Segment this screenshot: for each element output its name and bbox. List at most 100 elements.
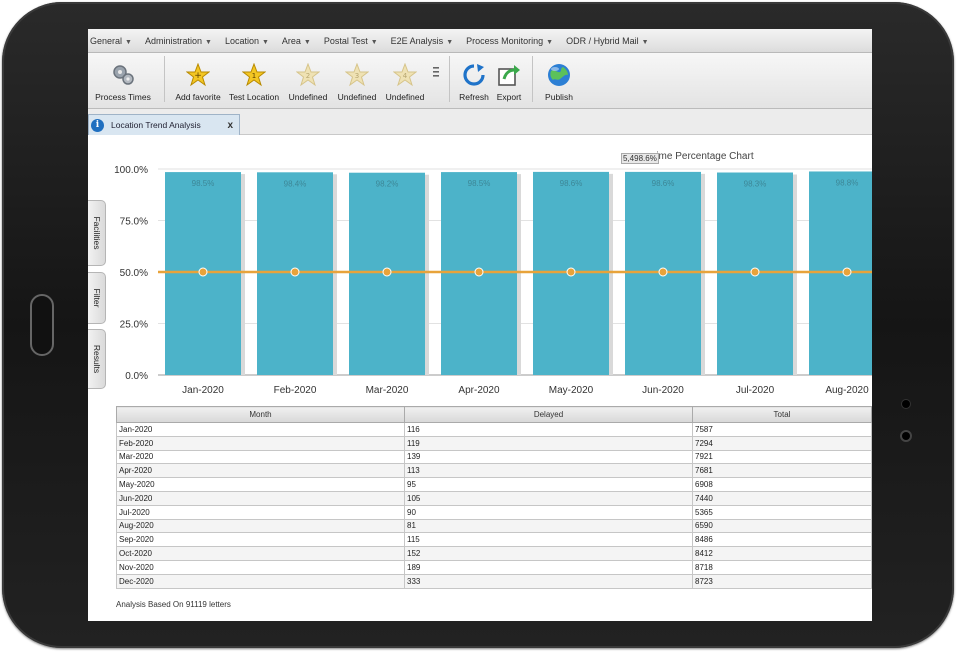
star-2-icon: 2 xyxy=(296,63,320,87)
cell-total: 8486 xyxy=(692,532,872,548)
data-table: Month Delayed Total Jan-2020 116 7587 Feb-2… xyxy=(116,406,872,589)
cell-delayed: 115 xyxy=(404,532,693,548)
x-tick-label: Feb-2020 xyxy=(274,385,317,396)
more-toolbar-handle[interactable] xyxy=(429,54,443,102)
line-point xyxy=(382,267,392,277)
menu-odr-hybrid-mail[interactable]: ODR / Hybrid Mail ▼ xyxy=(564,36,651,46)
tab-strip: i Location Trend Analysis x xyxy=(88,109,872,135)
refresh-button[interactable]: Refresh xyxy=(456,54,492,102)
cell-month: Feb-2020 xyxy=(116,435,405,451)
table-row[interactable]: Nov-2020 189 8718 xyxy=(116,559,872,575)
globe-icon xyxy=(547,63,571,87)
line-point xyxy=(750,267,760,277)
svg-text:2: 2 xyxy=(306,72,310,80)
chart-canvas: 100.0% 75.0% 50.0% 25.0% 0.0% 98.5% Jan-2020 98… xyxy=(114,165,872,396)
camera-dot xyxy=(902,400,910,408)
cell-total: 6908 xyxy=(692,477,872,492)
tablet-frame: General ▼ Administration ▼ Location ▼ Area ▼… xyxy=(0,0,960,652)
test-location-button[interactable]: 1 Test Location xyxy=(225,54,283,102)
table-row[interactable]: Aug-2020 81 6590 xyxy=(116,518,872,534)
line-point xyxy=(474,267,484,277)
menu-area[interactable]: Area ▼ xyxy=(280,36,314,46)
x-tick-label: Jan-2020 xyxy=(182,385,224,396)
home-button[interactable] xyxy=(30,294,54,356)
app-screen: General ▼ Administration ▼ Location ▼ Area ▼… xyxy=(88,29,872,621)
chevron-down-icon: ▼ xyxy=(370,38,378,46)
bar-data-label: 98.6% xyxy=(560,179,583,188)
close-icon[interactable]: x xyxy=(227,120,233,131)
table-row[interactable]: Jul-2020 90 5365 xyxy=(116,504,872,520)
bar-data-label: 98.2% xyxy=(376,180,399,189)
grip-icon xyxy=(431,60,441,84)
tab-label: Location Trend Analysis xyxy=(111,120,201,130)
chevron-down-icon: ▼ xyxy=(546,38,554,46)
svg-text:4: 4 xyxy=(403,72,408,80)
menu-general[interactable]: General ▼ xyxy=(88,36,135,46)
bar-data-label: 98.6% xyxy=(652,179,675,188)
cell-delayed: 116 xyxy=(404,422,693,437)
x-tick-label: Aug-2020 xyxy=(825,385,869,396)
cell-total: 8723 xyxy=(692,573,872,589)
export-button[interactable]: Export xyxy=(492,54,526,102)
cell-delayed: 113 xyxy=(404,463,693,479)
undefined-button-4[interactable]: 4 Undefined xyxy=(381,54,429,102)
cell-delayed: 189 xyxy=(404,559,693,575)
bar-data-label: 98.5% xyxy=(192,179,215,188)
chevron-down-icon: ▼ xyxy=(303,38,311,46)
table-row[interactable]: Feb-2020 119 7294 xyxy=(116,435,872,451)
cell-delayed: 139 xyxy=(404,449,693,465)
line-point xyxy=(290,267,300,277)
tab-location-trend-analysis[interactable]: i Location Trend Analysis x xyxy=(88,114,240,135)
column-header-total[interactable]: Total xyxy=(692,406,872,423)
star-3-icon: 3 xyxy=(345,63,369,87)
cell-total: 5365 xyxy=(692,504,872,520)
cell-total: 7587 xyxy=(692,422,872,437)
publish-button[interactable]: Publish xyxy=(539,54,579,102)
star-4-icon: 4 xyxy=(393,63,417,87)
y-tick-label: 75.0% xyxy=(120,217,148,228)
table-row[interactable]: Mar-2020 139 7921 xyxy=(116,449,872,465)
process-times-button[interactable]: Process Times xyxy=(88,54,158,102)
undefined-button-2[interactable]: 2 Undefined xyxy=(283,54,333,102)
svg-text:+: + xyxy=(194,71,202,81)
x-tick-label: Jun-2020 xyxy=(642,385,684,396)
sensor-dot xyxy=(902,432,910,440)
toolbar-divider xyxy=(449,56,450,102)
table-row[interactable]: May-2020 95 6908 xyxy=(116,477,872,492)
cell-total: 6590 xyxy=(692,518,872,534)
table-row[interactable]: Jun-2020 105 7440 xyxy=(116,490,872,506)
add-favorite-label: Add favorite xyxy=(175,92,221,102)
menu-e2e-analysis[interactable]: E2E Analysis ▼ xyxy=(389,36,456,46)
menu-location[interactable]: Location ▼ xyxy=(223,36,272,46)
chevron-down-icon: ▼ xyxy=(125,38,132,46)
cell-total: 7921 xyxy=(692,449,872,465)
export-icon xyxy=(497,63,521,87)
line-point xyxy=(566,267,576,277)
x-tick-label: Jul-2020 xyxy=(736,385,775,396)
table-row[interactable]: Apr-2020 113 7681 xyxy=(116,463,872,479)
chevron-down-icon: ▼ xyxy=(205,38,212,46)
x-tick-label: Apr-2020 xyxy=(458,385,500,396)
add-favorite-button[interactable]: + Add favorite xyxy=(171,54,225,102)
table-row[interactable]: Dec-2020 333 8723 xyxy=(116,573,872,589)
table-row[interactable]: Oct-2020 152 8412 xyxy=(116,546,872,561)
menu-process-monitoring[interactable]: Process Monitoring ▼ xyxy=(464,36,556,46)
cell-month: Aug-2020 xyxy=(116,518,405,534)
table-row[interactable]: Sep-2020 115 8486 xyxy=(116,532,872,548)
undefined-button-3[interactable]: 3 Undefined xyxy=(333,54,381,102)
menu-administration[interactable]: Administration ▼ xyxy=(143,36,215,46)
table-body: Jan-2020 116 7587 Feb-2020 119 7294 Mar-2020 13… xyxy=(116,422,872,589)
table-row[interactable]: Jan-2020 116 7587 xyxy=(116,422,872,437)
chevron-down-icon: ▼ xyxy=(641,38,649,46)
menu-postal-test[interactable]: Postal Test ▼ xyxy=(322,36,381,46)
svg-text:1: 1 xyxy=(252,72,256,80)
cell-month: Nov-2020 xyxy=(116,559,405,575)
info-icon: i xyxy=(91,118,104,132)
cell-month: Jun-2020 xyxy=(116,490,405,506)
cell-delayed: 152 xyxy=(404,546,693,561)
refresh-label: Refresh xyxy=(459,92,489,102)
column-header-delayed[interactable]: Delayed xyxy=(404,406,693,423)
analysis-footer: Analysis Based On 91119 letters xyxy=(116,600,231,609)
column-header-month[interactable]: Month xyxy=(116,406,405,423)
toolbar-divider xyxy=(532,56,533,102)
